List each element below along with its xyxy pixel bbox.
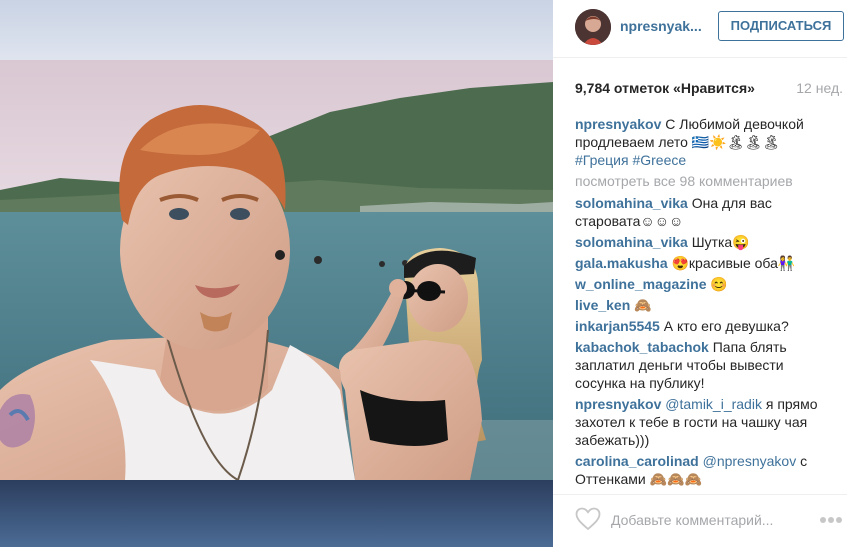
avatar[interactable] — [575, 9, 611, 45]
comment-username[interactable]: gala.makusha — [575, 255, 668, 271]
comment-username[interactable]: live_ken — [575, 297, 630, 313]
post-footer: Добавьте комментарий... — [553, 494, 847, 547]
comment-text: 😍красивые оба👫 — [671, 255, 796, 271]
comment-username[interactable]: npresnyakov — [575, 396, 661, 412]
caption: npresnyakov С Любимой девочкой продлевае… — [575, 115, 825, 169]
comment-username[interactable]: solomahina_vika — [575, 234, 688, 250]
post-header: npresnyak... ПОДПИСАТЬСЯ — [553, 0, 847, 58]
likes-row: 9,784 отметок «Нравится» 12 нед. — [575, 80, 843, 98]
selfie-image — [0, 60, 553, 480]
comment-item: gala.makusha 😍красивые оба👫 — [575, 254, 825, 272]
likes-count[interactable]: 9,784 отметок «Нравится» — [575, 80, 755, 96]
post-photo[interactable] — [0, 60, 553, 480]
caption-hashtag[interactable]: #Греция — [575, 152, 629, 168]
comment-item: solomahina_vika Шутка😜 — [575, 233, 825, 251]
comment-item: carolina_carolinad @npresnyakov с Оттенк… — [575, 452, 825, 488]
comment-text: 🙈 — [634, 297, 652, 313]
post-age[interactable]: 12 нед. — [796, 80, 843, 96]
heart-icon[interactable] — [575, 507, 601, 531]
comment-item: npresnyakov @tamik_i_radik я прямо захот… — [575, 395, 825, 449]
avatar-image — [575, 9, 611, 45]
view-all-comments-link[interactable]: посмотреть все 98 комментариев — [575, 172, 825, 190]
post-photo-area[interactable] — [0, 0, 553, 547]
comment-mention[interactable]: @tamik_i_radik — [665, 396, 762, 412]
follow-button[interactable]: ПОДПИСАТЬСЯ — [718, 11, 844, 41]
comment-username[interactable]: carolina_carolinad — [575, 453, 699, 469]
comment-username[interactable]: solomahina_vika — [575, 195, 688, 211]
comment-item: solomahina_vika Она для вас старовата☺☺☺ — [575, 194, 825, 230]
comment-username[interactable]: w_online_magazine — [575, 276, 706, 292]
comment-username[interactable]: inkarjan5545 — [575, 318, 660, 334]
comment-username[interactable]: kabachok_tabachok — [575, 339, 709, 355]
comment-text: 😊 — [710, 276, 728, 292]
comment-item: w_online_magazine 😊 — [575, 275, 825, 293]
comment-text: Шутка😜 — [691, 234, 750, 250]
photo-bottom-strip — [0, 480, 553, 547]
caption-username[interactable]: npresnyakov — [575, 116, 661, 132]
comment-item: inkarjan5545 А кто его девушка? — [575, 317, 825, 335]
caption-hashtag[interactable]: #Greece — [632, 152, 686, 168]
comment-item: live_ken 🙈 — [575, 296, 825, 314]
comments-list: npresnyakov С Любимой девочкой продлевае… — [575, 115, 825, 495]
comment-mention[interactable]: @npresnyakov — [703, 453, 797, 469]
post-username[interactable]: npresnyak... — [620, 18, 702, 34]
post-side-panel: npresnyak... ПОДПИСАТЬСЯ 9,784 отметок «… — [553, 0, 847, 547]
photo-top-strip — [0, 0, 553, 60]
ellipsis-icon[interactable] — [819, 516, 843, 524]
add-comment-input[interactable]: Добавьте комментарий... — [611, 512, 773, 528]
comment-text: А кто его девушка? — [663, 318, 789, 334]
comment-item: kabachok_tabachok Папа блять заплатил де… — [575, 338, 825, 392]
